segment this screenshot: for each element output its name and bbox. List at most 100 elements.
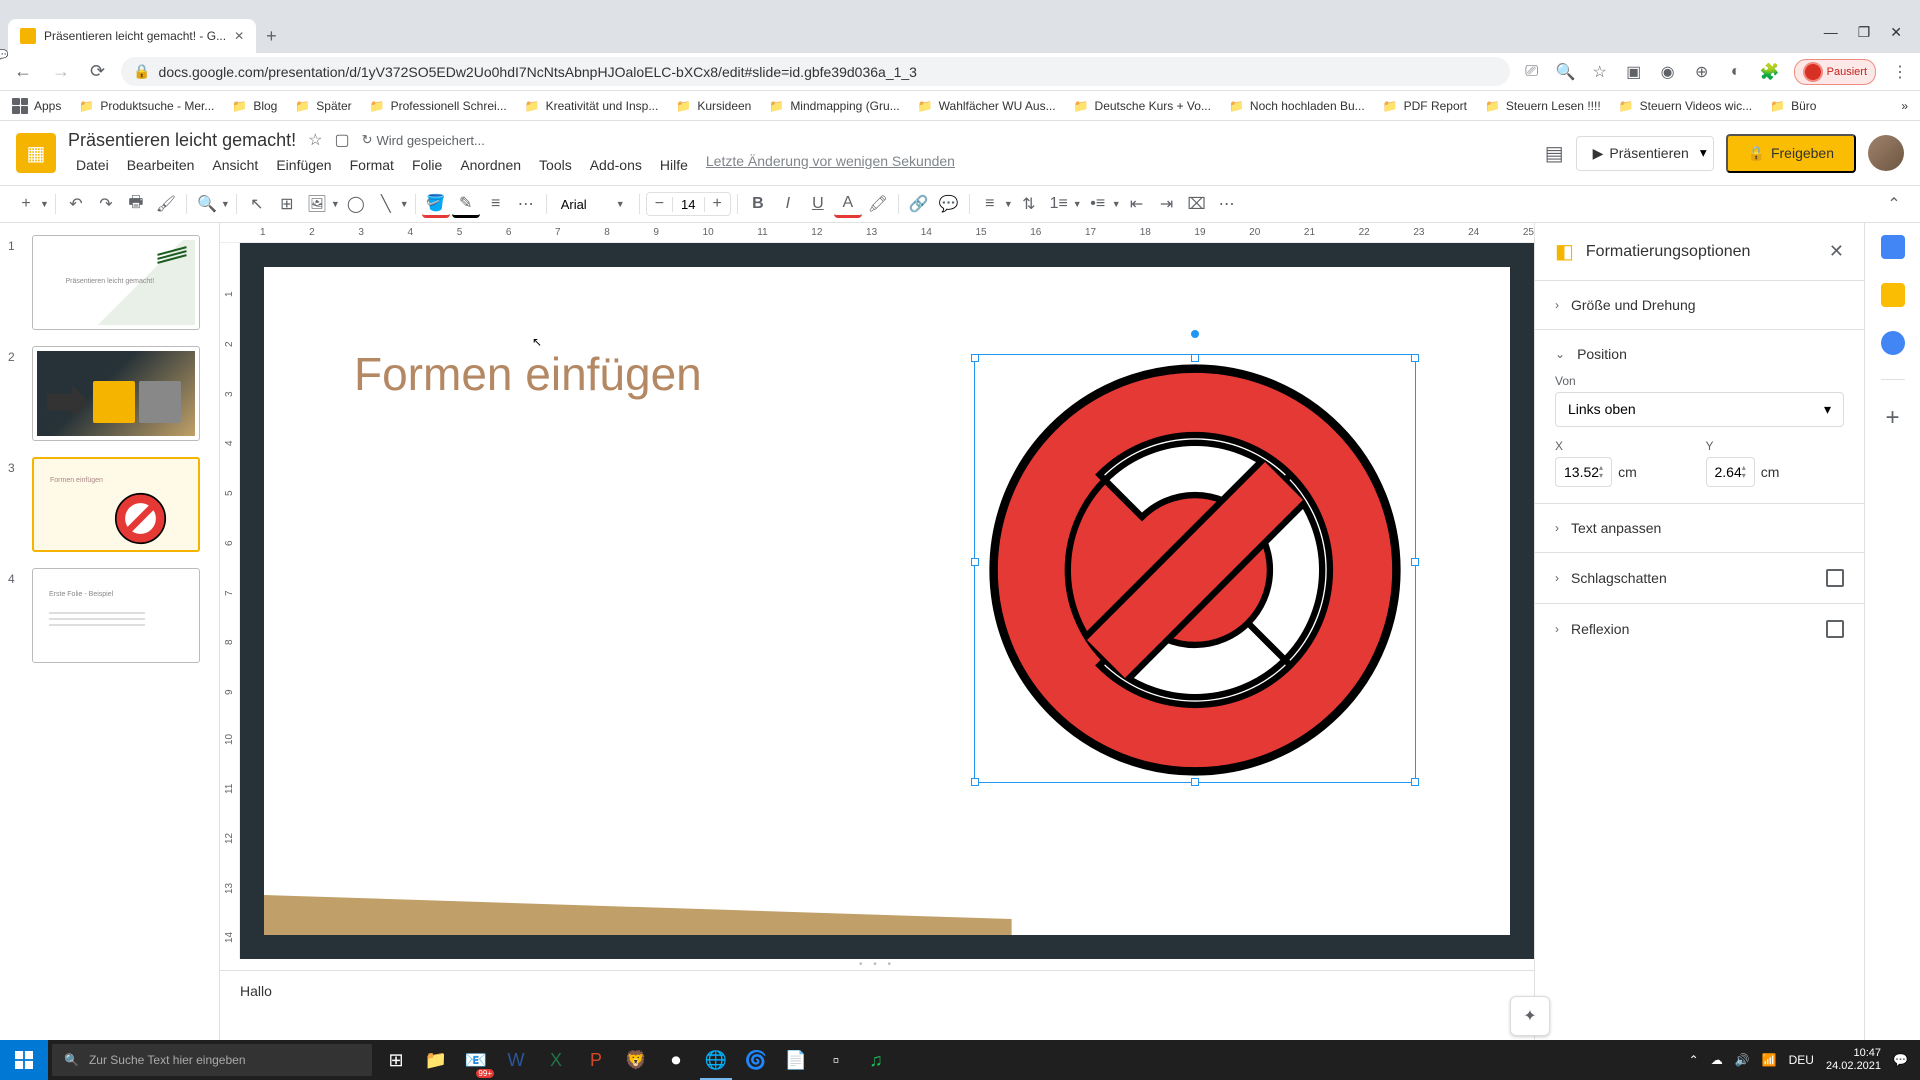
resize-handle[interactable]	[971, 778, 979, 786]
close-panel-icon[interactable]: ✕	[1829, 241, 1844, 262]
doc-title[interactable]: Präsentieren leicht gemacht!	[68, 130, 296, 151]
slide[interactable]: Formen einfügen ↖	[264, 267, 1510, 935]
undo-icon[interactable]: ↶	[62, 190, 90, 218]
keep-icon[interactable]	[1881, 283, 1905, 307]
bookmark-item[interactable]: 📁Büro	[1770, 99, 1816, 113]
bookmark-item[interactable]: 📁Später	[295, 99, 351, 113]
notifications-icon[interactable]: 💬	[1893, 1053, 1908, 1067]
print-icon[interactable]: 🖶	[122, 190, 150, 218]
task-view-icon[interactable]: ⊞	[376, 1040, 416, 1080]
tasks-icon[interactable]	[1881, 331, 1905, 355]
menu-anordnen[interactable]: Anordnen	[452, 153, 529, 177]
onedrive-icon[interactable]: ☁	[1711, 1053, 1723, 1067]
slide-title-text[interactable]: Formen einfügen	[354, 347, 702, 401]
align-button[interactable]: ≡▼	[976, 190, 1013, 218]
star-doc-icon[interactable]: ☆	[308, 130, 322, 150]
star-icon[interactable]: ☆	[1590, 62, 1610, 82]
y-position-input[interactable]: 2.64▴▾	[1706, 457, 1755, 487]
taskbar-search[interactable]: 🔍 Zur Suche Text hier eingeben	[52, 1044, 372, 1076]
resize-handle[interactable]	[971, 558, 979, 566]
new-slide-button[interactable]: +▼	[12, 190, 49, 218]
numbered-list-button[interactable]: 1≡▼	[1045, 190, 1082, 218]
resize-handle[interactable]	[1411, 558, 1419, 566]
menu-bearbeiten[interactable]: Bearbeiten	[119, 153, 203, 177]
increase-indent-icon[interactable]: ⇥	[1153, 190, 1181, 218]
collapse-toolbar-icon[interactable]: ⌃	[1880, 190, 1908, 218]
zoom-button[interactable]: 🔍▼	[193, 190, 230, 218]
font-size-decrease[interactable]: −	[647, 193, 672, 215]
chrome-icon[interactable]: 🌐	[696, 1040, 736, 1080]
resize-handle[interactable]	[1411, 354, 1419, 362]
bookmark-item[interactable]: 📁Wahlfächer WU Aus...	[918, 99, 1056, 113]
text-fit-section[interactable]: › Text anpassen	[1555, 520, 1844, 536]
line-button[interactable]: ╲▼	[372, 190, 409, 218]
clock[interactable]: 10:47 24.02.2021	[1826, 1047, 1881, 1073]
border-weight-icon[interactable]: ≡	[482, 190, 510, 218]
slide-thumb-4[interactable]: Erste Folie - Beispiel	[32, 568, 200, 663]
menu-tools[interactable]: Tools	[531, 153, 580, 177]
slide-canvas[interactable]: Formen einfügen ↖	[240, 243, 1534, 959]
back-button[interactable]: ←	[10, 57, 36, 86]
text-color-icon[interactable]: A	[834, 190, 862, 218]
menu-folie[interactable]: Folie	[404, 153, 450, 177]
close-window-icon[interactable]: ✕	[1890, 24, 1902, 41]
bulleted-list-button[interactable]: •≡▼	[1084, 190, 1121, 218]
drop-shadow-section[interactable]: › Schlagschatten	[1555, 569, 1844, 587]
bookmark-item[interactable]: 📁Noch hochladen Bu...	[1229, 99, 1365, 113]
edge-icon[interactable]: 🌀	[736, 1040, 776, 1080]
menu-ansicht[interactable]: Ansicht	[204, 153, 266, 177]
extension-icon-2[interactable]: ◉	[1658, 62, 1678, 82]
reload-button[interactable]: ⟳	[86, 57, 109, 86]
position-from-select[interactable]: Links oben ▾	[1555, 392, 1844, 427]
font-size-value[interactable]: 14	[672, 197, 704, 212]
last-change-link[interactable]: Letzte Änderung vor wenigen Sekunden	[706, 153, 955, 177]
menu-datei[interactable]: Datei	[68, 153, 117, 177]
brave-icon[interactable]: 🦁	[616, 1040, 656, 1080]
comments-icon[interactable]: ▤	[1545, 141, 1564, 166]
image-button[interactable]: 🖼▼	[303, 190, 340, 218]
extensions-icon[interactable]: 🧩	[1760, 62, 1780, 82]
explore-button[interactable]: ✦	[1510, 996, 1550, 1036]
shape-icon[interactable]: ◯	[342, 190, 370, 218]
cast-icon[interactable]: ⎚	[1522, 62, 1542, 82]
menu-hilfe[interactable]: Hilfe	[652, 153, 696, 177]
x-position-input[interactable]: 13.52▴▾	[1555, 457, 1612, 487]
present-button[interactable]: ▶ Präsentieren	[1576, 136, 1706, 171]
speaker-notes[interactable]: Hallo	[220, 970, 1534, 1040]
resize-handle[interactable]	[1411, 778, 1419, 786]
select-tool-icon[interactable]: ↖	[243, 190, 271, 218]
notepad-icon[interactable]: 📄	[776, 1040, 816, 1080]
extension-icon-4[interactable]: ◐	[1726, 62, 1746, 82]
decrease-indent-icon[interactable]: ⇤	[1123, 190, 1151, 218]
move-doc-icon[interactable]: ▢	[334, 130, 349, 150]
bold-icon[interactable]: B	[744, 190, 772, 218]
bookmark-item[interactable]: 📁Produktsuche - Mer...	[79, 99, 214, 113]
slide-thumb-3[interactable]: Formen einfügen	[32, 457, 200, 552]
menu-einfuegen[interactable]: Einfügen	[268, 153, 339, 177]
url-input[interactable]: 🔒 docs.google.com/presentation/d/1yV372S…	[121, 57, 1510, 86]
user-avatar[interactable]	[1868, 135, 1904, 171]
start-button[interactable]	[0, 1040, 48, 1080]
bookmark-item[interactable]: 📁Deutsche Kurs + Vo...	[1074, 99, 1211, 113]
clear-formatting-icon[interactable]: ⌧	[1183, 190, 1211, 218]
minimize-icon[interactable]: —	[1824, 24, 1838, 41]
notes-resize-handle[interactable]: • • •	[220, 959, 1534, 970]
selected-shape[interactable]	[975, 342, 1415, 782]
position-section[interactable]: ⌄ Position	[1555, 346, 1844, 362]
extension-icon-1[interactable]: ▣	[1624, 62, 1644, 82]
slide-thumb-1[interactable]: Präsentieren leicht gemacht!	[32, 235, 200, 330]
resize-handle[interactable]	[1191, 778, 1199, 786]
menu-format[interactable]: Format	[342, 153, 402, 177]
calendar-icon[interactable]	[1881, 235, 1905, 259]
language-indicator[interactable]: DEU	[1789, 1053, 1814, 1067]
add-addon-icon[interactable]: +	[1885, 404, 1899, 432]
reflection-section[interactable]: › Reflexion	[1555, 620, 1844, 638]
highlight-icon[interactable]: 🖍	[864, 190, 892, 218]
chrome-menu-icon[interactable]: ⋮	[1890, 62, 1910, 82]
tab-close-icon[interactable]: ✕	[234, 29, 244, 43]
present-dropdown[interactable]: ▾	[1694, 136, 1714, 171]
explorer-icon[interactable]: 📁	[416, 1040, 456, 1080]
menu-addons[interactable]: Add-ons	[582, 153, 650, 177]
paint-format-icon[interactable]: 🖌	[152, 190, 180, 218]
sync-paused-badge[interactable]: Pausiert	[1794, 59, 1876, 85]
